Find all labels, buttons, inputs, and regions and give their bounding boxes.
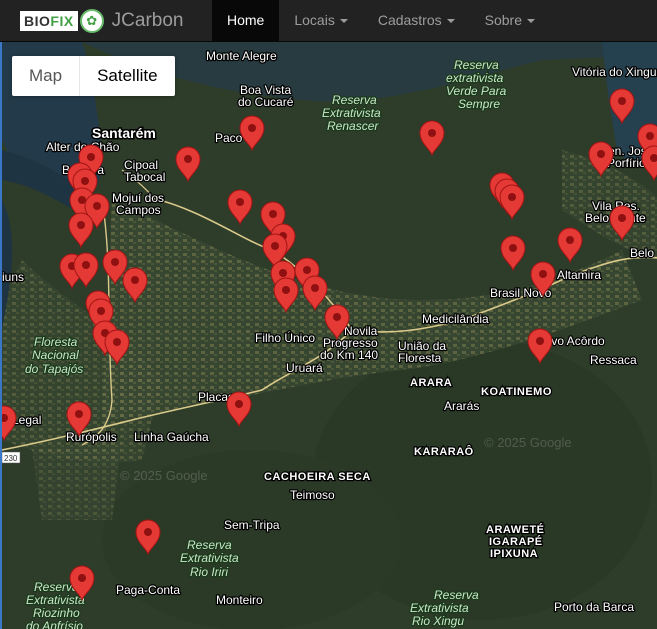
reserve-label: Floresta bbox=[34, 335, 78, 349]
place-label: Sem-Tripa bbox=[224, 518, 280, 532]
reserve-label: Reserva bbox=[454, 58, 499, 72]
nav-home[interactable]: Home bbox=[212, 0, 280, 41]
place-label: Ararás bbox=[444, 399, 479, 413]
place-label: Tabocal bbox=[124, 170, 165, 184]
territory-label: IPIXUNA bbox=[490, 548, 538, 560]
nav-sobre[interactable]: Sobre bbox=[470, 0, 550, 41]
caret-down-icon bbox=[446, 19, 455, 24]
place-label: Filho Único bbox=[255, 330, 315, 345]
reserve-label: Riozinho bbox=[33, 606, 80, 620]
main-nav: Home Locais Cadastros Sobre bbox=[212, 0, 550, 41]
biofix-logo: BIOFIX bbox=[20, 11, 78, 31]
reserve-label: extrativista bbox=[446, 71, 504, 85]
reserve-label: Sempre bbox=[458, 97, 500, 111]
territory-label: KARARAÔ bbox=[414, 445, 474, 458]
territory-label: ARARA bbox=[410, 377, 452, 389]
reserve-label: do Tapajós bbox=[25, 362, 83, 376]
reserve-label: Reserva bbox=[187, 538, 232, 552]
reserve-label: Extrativista bbox=[180, 551, 239, 565]
place-label: Monteiro bbox=[216, 593, 263, 607]
reserve-label: Rio Xingu bbox=[412, 614, 464, 628]
reserve-label: Reserva bbox=[332, 93, 377, 107]
place-label: iuns bbox=[2, 270, 24, 284]
reserve-label: Verde Para bbox=[446, 84, 507, 98]
place-label: Campos bbox=[116, 203, 161, 217]
place-label: Ressaca bbox=[590, 353, 637, 367]
place-label: Medicilândia bbox=[422, 312, 489, 326]
place-label: Porfírio bbox=[607, 156, 646, 170]
leaf-icon: ✿ bbox=[79, 9, 104, 33]
reserve-label: Reserva bbox=[434, 588, 479, 602]
place-label: Rurópolis bbox=[66, 430, 117, 444]
place-label: Uruará bbox=[286, 361, 323, 375]
reserve-label: Rio Iriri bbox=[190, 565, 228, 579]
place-label: Altamira bbox=[557, 268, 601, 282]
map-type-map-button[interactable]: Map bbox=[12, 56, 81, 96]
navbar: BIOFIX ✿ JCarbon Home Locais Cadastros S… bbox=[0, 0, 657, 42]
territory-label: CACHOEIRA SECA bbox=[264, 471, 371, 483]
highway-number: 230 bbox=[4, 454, 18, 463]
place-label: do Cucaré bbox=[238, 95, 294, 109]
city-label: Santarém bbox=[92, 125, 156, 141]
reserve-label: Renascer bbox=[327, 119, 379, 133]
place-label: Paco bbox=[215, 131, 243, 145]
nav-locais[interactable]: Locais bbox=[279, 0, 362, 41]
reserve-label: do Anfrísio bbox=[26, 619, 83, 629]
map-type-satellite-button[interactable]: Satellite bbox=[80, 56, 174, 96]
reserve-label: Extrativista bbox=[322, 106, 381, 120]
place-label: Floresta bbox=[398, 351, 442, 365]
caret-down-icon bbox=[527, 19, 535, 24]
territory-label: KOATINEMO bbox=[481, 386, 552, 398]
place-label: Monte Alegre bbox=[206, 49, 277, 63]
reserve-label: Extrativista bbox=[410, 601, 469, 615]
nav-cadastros[interactable]: Cadastros bbox=[363, 0, 470, 41]
reserve-label: Nacional bbox=[32, 348, 79, 362]
place-label: Linha Gaúcha bbox=[134, 430, 209, 444]
app-name: JCarbon bbox=[111, 10, 184, 31]
territory-label: IGARAPÉ bbox=[489, 535, 543, 548]
caret-down-icon bbox=[339, 19, 348, 24]
map-canvas[interactable]: 230 Monte Alegre Boa Vista do Cucaré San… bbox=[0, 42, 657, 629]
cleared-land bbox=[32, 440, 122, 520]
place-label: do Km 140 bbox=[320, 348, 378, 362]
place-label: Teimoso bbox=[290, 488, 335, 502]
brand[interactable]: BIOFIX ✿ JCarbon bbox=[20, 8, 184, 34]
map-watermark: © 2025 Google bbox=[484, 435, 572, 450]
map-watermark: © 2025 Google bbox=[120, 468, 208, 483]
reserve-label: Extrativista bbox=[26, 593, 85, 607]
place-label: Paga-Conta bbox=[116, 583, 180, 597]
map-type-control: Map Satellite bbox=[12, 56, 175, 96]
place-label: Vitória do Xingu bbox=[572, 65, 657, 79]
satellite-map[interactable]: 230 Monte Alegre Boa Vista do Cucaré San… bbox=[2, 42, 657, 629]
place-label: Porto da Barca bbox=[554, 600, 634, 614]
place-label: Belo M bbox=[630, 246, 657, 260]
territory-label: ARAWETÉ bbox=[486, 523, 545, 536]
